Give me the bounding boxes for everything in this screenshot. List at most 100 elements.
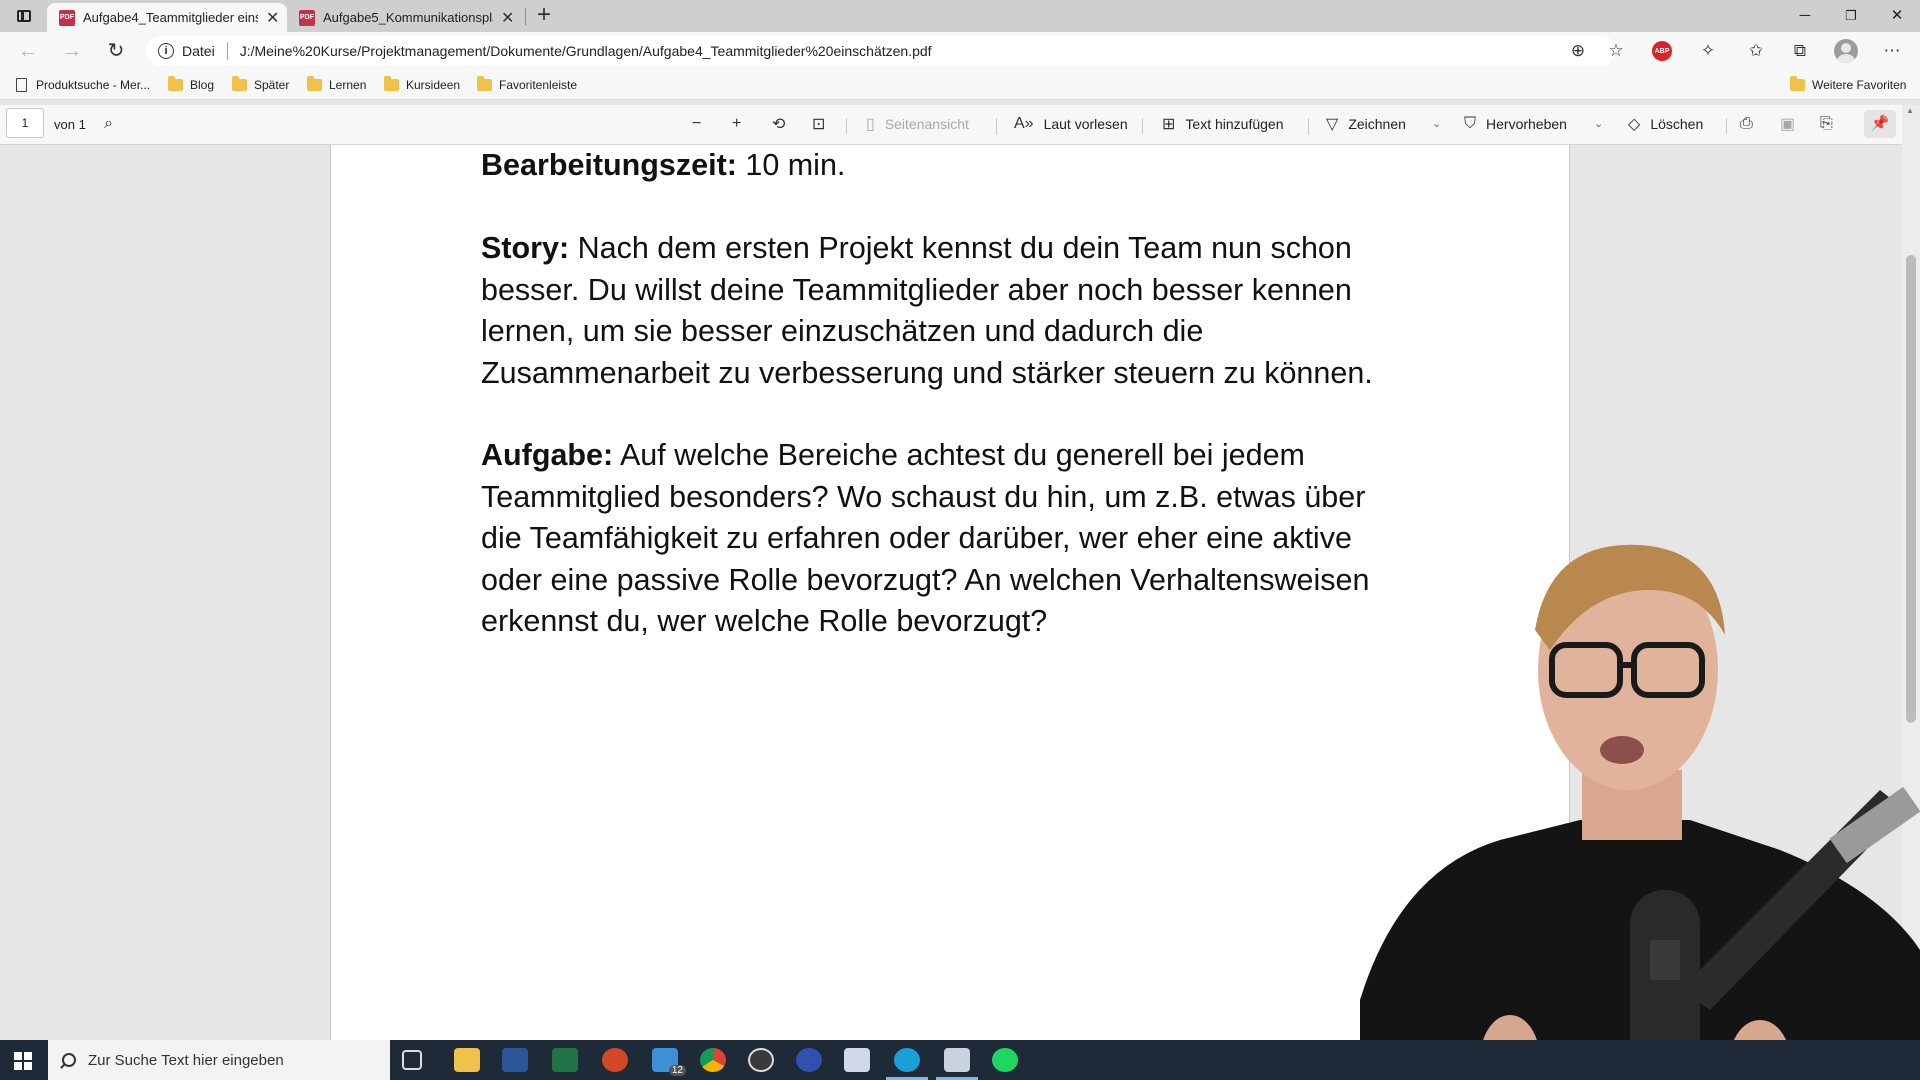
- favorites-icon[interactable]: ✩: [1744, 40, 1768, 62]
- find-icon[interactable]: ⌕: [104, 112, 123, 136]
- obs-icon[interactable]: [748, 1048, 774, 1072]
- adblock-icon[interactable]: ABP: [1652, 41, 1672, 61]
- favorite-folder-spaeter[interactable]: Später: [232, 76, 289, 94]
- read-aloud-icon: A»: [1014, 115, 1034, 132]
- pin-toolbar-icon[interactable]: 📌: [1864, 110, 1896, 138]
- chevron-down-icon[interactable]: ⌄: [1432, 112, 1441, 136]
- forward-button[interactable]: →: [58, 39, 86, 63]
- mail-icon[interactable]: 12: [652, 1048, 686, 1076]
- highlight-button[interactable]: ⛉ Hervorheben: [1464, 112, 1567, 136]
- folder-icon: [232, 76, 247, 91]
- spotify-icon[interactable]: [992, 1048, 1018, 1072]
- restore-button[interactable]: ❐: [1828, 4, 1874, 28]
- address-toolbar: ← → ↻ i Datei J:/Meine%20Kurse/Projektma…: [0, 32, 1920, 70]
- scroll-up-icon[interactable]: ▲: [1906, 106, 1914, 115]
- page-view-button[interactable]: ▯ Seitenansicht: [866, 112, 969, 136]
- highlight-icon: ⛉: [1464, 115, 1477, 132]
- reload-button[interactable]: ↻: [102, 39, 130, 63]
- save-as-icon[interactable]: ⎘: [1820, 112, 1843, 136]
- chevron-down-icon[interactable]: ⌄: [1594, 112, 1603, 136]
- draw-button[interactable]: ▽ Zeichnen: [1326, 112, 1406, 136]
- favorite-item[interactable]: Produktsuche - Mer...: [16, 76, 150, 94]
- folder-icon: [168, 76, 183, 91]
- time-value: 10 min.: [736, 148, 846, 182]
- task-view-icon[interactable]: [402, 1050, 422, 1070]
- zoom-out-icon[interactable]: −: [692, 112, 711, 136]
- mail-badge: 12: [668, 1065, 686, 1076]
- task-text: Auf welche Bereiche achtest du generell …: [481, 438, 1370, 638]
- taskbar-search[interactable]: Zur Suche Text hier eingeben: [48, 1040, 390, 1080]
- zoom-icon[interactable]: ⊕: [1566, 40, 1590, 62]
- task-paragraph: Aufgabe: Auf welche Bereiche achtest du …: [481, 435, 1411, 643]
- app-icon[interactable]: [936, 1048, 978, 1080]
- scheme-label: Datei: [182, 43, 215, 59]
- toolbar-divider: [996, 118, 997, 134]
- fit-page-icon[interactable]: ⊡: [812, 112, 835, 136]
- favorite-star-icon[interactable]: ☆: [1604, 40, 1628, 62]
- edge-icon[interactable]: [886, 1048, 928, 1080]
- tab-actions-icon[interactable]: [10, 6, 38, 26]
- minimize-button[interactable]: ─: [1782, 4, 1828, 28]
- taskbar: Zur Suche Text hier eingeben 12: [0, 1040, 1920, 1080]
- add-text-button[interactable]: ⊞ Text hinzufügen: [1162, 112, 1283, 136]
- app-icon[interactable]: [796, 1048, 822, 1072]
- favorite-folder-favoritenleiste[interactable]: Favoritenleiste: [477, 76, 577, 94]
- favorite-folder-blog[interactable]: Blog: [168, 76, 214, 94]
- profile-avatar[interactable]: [1834, 39, 1858, 63]
- file-explorer-icon[interactable]: [454, 1048, 480, 1072]
- tab-aufgabe4[interactable]: PDF Aufgabe4_Teammitglieder einschätzen.…: [47, 3, 287, 32]
- erase-button[interactable]: ◇ Löschen: [1628, 112, 1703, 136]
- tab-title: Aufgabe5_Kommunikationsplan.pdf: [323, 10, 493, 25]
- window-close-button[interactable]: ✕: [1874, 4, 1920, 28]
- collections-icon[interactable]: ⧉: [1788, 40, 1812, 62]
- story-label: Story:: [481, 231, 570, 265]
- word-icon[interactable]: [502, 1048, 528, 1072]
- page-total: von 1: [54, 116, 86, 132]
- story-paragraph: Story: Nach dem ersten Projekt kennst du…: [481, 228, 1411, 394]
- page-icon: [16, 78, 27, 92]
- chrome-icon[interactable]: [700, 1048, 726, 1072]
- url-text[interactable]: J:/Meine%20Kurse/Projektmanagement/Dokum…: [240, 43, 932, 59]
- folder-icon: [307, 76, 322, 91]
- pdf-toolbar: 1 von 1 ⌕ − + ⟲ ⊡ ▯ Seitenansicht A» Lau…: [0, 105, 1920, 145]
- other-favorites-folder[interactable]: Weitere Favoriten: [1790, 76, 1906, 94]
- pdf-icon: PDF: [59, 9, 75, 26]
- search-placeholder: Zur Suche Text hier eingeben: [88, 1051, 284, 1069]
- eraser-icon: ◇: [1628, 116, 1641, 133]
- tab-aufgabe5[interactable]: PDF Aufgabe5_Kommunikationsplan.pdf ✕: [287, 3, 525, 32]
- folder-icon: [477, 76, 492, 91]
- more-menu-icon[interactable]: ⋯: [1880, 40, 1904, 62]
- address-bar[interactable]: i Datei J:/Meine%20Kurse/Projektmanageme…: [146, 36, 1616, 66]
- app-icon[interactable]: [844, 1048, 870, 1072]
- tab-divider: [525, 8, 526, 25]
- toolbar-divider: [1308, 118, 1309, 134]
- favorite-folder-kursideen[interactable]: Kursideen: [384, 76, 460, 94]
- pdf-icon: PDF: [299, 9, 315, 26]
- toolbar-divider: [1142, 118, 1143, 134]
- url-divider: [226, 42, 228, 60]
- zoom-in-icon[interactable]: +: [732, 112, 751, 136]
- rotate-icon[interactable]: ⟲: [772, 112, 795, 136]
- windows-start-icon[interactable]: [14, 1052, 32, 1070]
- presenter-image: [1360, 544, 1920, 1080]
- print-icon[interactable]: ⎙: [1740, 112, 1763, 136]
- powerpoint-icon[interactable]: [602, 1048, 628, 1072]
- read-aloud-button[interactable]: A» Laut vorlesen: [1014, 112, 1128, 136]
- page-number-input[interactable]: 1: [6, 108, 44, 138]
- toolbar-divider: [846, 118, 847, 134]
- save-icon[interactable]: ▣: [1780, 112, 1805, 136]
- folder-icon: [1790, 76, 1805, 91]
- extensions-icon[interactable]: ✧: [1696, 40, 1720, 62]
- close-icon[interactable]: ✕: [501, 8, 514, 28]
- favorite-folder-lernen[interactable]: Lernen: [307, 76, 366, 94]
- text-box-icon: ⊞: [1162, 116, 1176, 133]
- back-button[interactable]: ←: [14, 39, 42, 63]
- favorites-bar: Produktsuche - Mer... Blog Später Lernen…: [0, 70, 1920, 100]
- info-icon[interactable]: i: [158, 43, 174, 59]
- close-icon[interactable]: ✕: [266, 8, 279, 28]
- new-tab-button[interactable]: +: [532, 2, 556, 28]
- tab-title: Aufgabe4_Teammitglieder einschätzen.pdf: [83, 10, 258, 25]
- toolbar-divider: [1726, 118, 1727, 134]
- excel-icon[interactable]: [552, 1048, 578, 1072]
- tab-strip: PDF Aufgabe4_Teammitglieder einschätzen.…: [0, 0, 1920, 32]
